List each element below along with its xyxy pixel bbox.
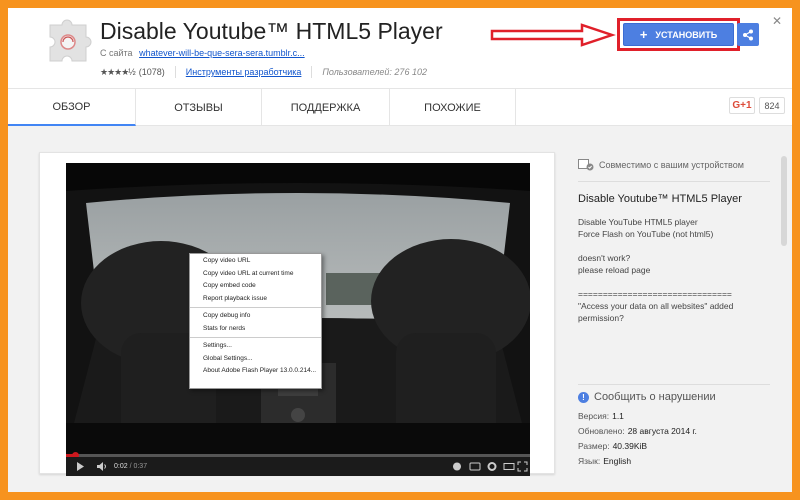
red-arrow-annotation <box>490 23 616 52</box>
menu-item-copy-url[interactable]: Copy video URL <box>190 255 321 268</box>
extension-description: Disable YouTube HTML5 player Force Flash… <box>578 217 734 323</box>
developer-site-link[interactable]: whatever-will-be-que-sera-sera.tumblr.c.… <box>139 48 305 58</box>
current-time: 0:02 <box>114 463 128 470</box>
menu-item-global-settings[interactable]: Global Settings... <box>190 353 321 366</box>
details-sidebar: Совместимо с вашим устройством Disable Y… <box>578 126 778 492</box>
version-label: Версия: <box>578 411 610 421</box>
gplus-count: 824 <box>759 97 785 114</box>
size-info: Размер: 40.39KiB <box>578 441 647 451</box>
play-icon[interactable] <box>76 460 85 476</box>
tab-bar: ОБЗОР ОТЗЫВЫ ПОДДЕРЖКА ПОХОЖИЕ <box>8 88 792 126</box>
gplus-button[interactable]: G+1 <box>729 97 755 114</box>
puzzle-piece-icon <box>44 15 96 67</box>
version-info: Версия: 1.1 <box>578 411 624 421</box>
menu-item-about-flash[interactable]: About Adobe Flash Player 13.0.0.214... <box>190 365 321 378</box>
fullscreen-icon[interactable] <box>517 460 528 476</box>
share-button[interactable] <box>737 23 759 46</box>
share-icon <box>743 29 753 40</box>
report-abuse-label: Сообщить о нарушении <box>594 391 716 403</box>
install-button[interactable]: + УСТАНОВИТЬ <box>623 23 734 46</box>
menu-item-copy-url-time[interactable]: Copy video URL at current time <box>190 268 321 281</box>
version-value: 1.1 <box>612 411 624 421</box>
time-display: 0:02 / 0:37 <box>114 460 147 473</box>
plus-icon: + <box>639 27 648 42</box>
install-label: УСТАНОВИТЬ <box>655 29 718 40</box>
rating-count-link[interactable]: (1078) <box>139 67 165 77</box>
size-label: Размер: <box>578 441 610 451</box>
offered-by: С сайта whatever-will-be-que-sera-sera.t… <box>100 48 305 58</box>
device-icon <box>578 159 594 171</box>
sidebar-scrollbar[interactable] <box>781 156 787 246</box>
duration: / 0:37 <box>129 463 148 470</box>
volume-icon[interactable] <box>96 460 108 476</box>
context-menu: Copy video URL Copy video URL at current… <box>189 253 322 389</box>
meta-divider <box>311 66 313 78</box>
rating-stars: ★★★★½ <box>100 66 136 77</box>
menu-divider <box>190 307 321 308</box>
offered-by-label: С сайта <box>100 48 133 58</box>
captions-icon[interactable] <box>469 460 481 476</box>
meta-divider <box>174 66 176 78</box>
overview-content: Copy video URL Copy video URL at current… <box>8 126 792 492</box>
menu-divider <box>190 337 321 338</box>
compatibility-text: Совместимо с вашим устройством <box>599 160 744 170</box>
tab-support[interactable]: ПОДДЕРЖКА <box>262 89 390 126</box>
tab-overview[interactable]: ОБЗОР <box>8 89 136 126</box>
language-value: English <box>603 456 632 466</box>
updated-info: Обновлено: 28 августа 2014 г. <box>578 426 697 436</box>
menu-item-copy-debug[interactable]: Copy debug info <box>190 310 321 323</box>
sidebar-divider <box>578 384 770 385</box>
tab-related[interactable]: ПОХОЖИЕ <box>390 89 516 126</box>
updated-label: Обновлено: <box>578 426 625 436</box>
sidebar-extension-name: Disable Youtube™ HTML5 Player <box>578 193 742 205</box>
language-label: Язык: <box>578 456 601 466</box>
player-controls: 0:02 / 0:37 <box>66 457 530 476</box>
meta-row: ★★★★½ (1078) Инструменты разработчика По… <box>100 66 427 78</box>
menu-item-report-issue[interactable]: Report playback issue <box>190 293 321 306</box>
user-count: Пользователей: 276 102 <box>322 67 427 77</box>
category-link[interactable]: Инструменты разработчика <box>186 67 302 77</box>
language-info: Язык: English <box>578 456 631 466</box>
close-icon[interactable]: ✕ <box>772 14 782 28</box>
video-screenshot: Copy video URL Copy video URL at current… <box>66 163 530 476</box>
size-value: 40.39KiB <box>612 441 648 451</box>
menu-item-copy-embed[interactable]: Copy embed code <box>190 280 321 293</box>
warning-icon: ! <box>578 391 589 403</box>
info-icon[interactable] <box>452 460 462 476</box>
menu-item-settings[interactable]: Settings... <box>190 340 321 353</box>
updated-value: 28 августа 2014 г. <box>627 426 697 436</box>
report-abuse-link[interactable]: ! Сообщить о нарушении <box>578 391 716 403</box>
sidebar-divider <box>578 181 770 182</box>
tab-reviews[interactable]: ОТЗЫВЫ <box>136 89 262 126</box>
detail-header: Disable Youtube™ HTML5 Player С сайта wh… <box>8 8 792 88</box>
theater-mode-icon[interactable] <box>503 460 515 476</box>
store-window: Disable Youtube™ HTML5 Player С сайта wh… <box>8 8 792 492</box>
gear-icon[interactable] <box>486 460 498 476</box>
extension-title: Disable Youtube™ HTML5 Player <box>100 18 443 44</box>
compatibility-note: Совместимо с вашим устройством <box>578 159 744 171</box>
menu-item-stats[interactable]: Stats for nerds <box>190 323 321 336</box>
